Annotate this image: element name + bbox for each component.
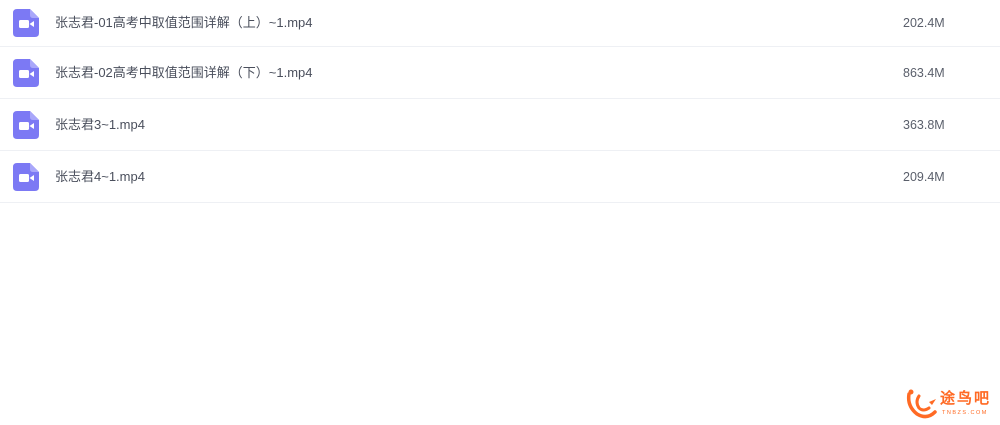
watermark: 途鸟吧 TNBZS.COM [905, 386, 995, 422]
file-row[interactable]: 张志君3~1.mp4 363.8M [0, 99, 1000, 151]
bird-logo-icon [905, 388, 939, 425]
file-row[interactable]: 张志君-02高考中取值范围详解（下）~1.mp4 863.4M [0, 47, 1000, 99]
file-name[interactable]: 张志君-01高考中取值范围详解（上）~1.mp4 [55, 15, 313, 31]
video-file-icon [13, 111, 39, 139]
watermark-subtext: TNBZS.COM [942, 410, 988, 416]
video-file-icon [13, 163, 39, 191]
file-name[interactable]: 张志君4~1.mp4 [55, 169, 145, 185]
file-list: 张志君-01高考中取值范围详解（上）~1.mp4 202.4M 张志君-02高考… [0, 0, 1000, 203]
file-row[interactable]: 张志君4~1.mp4 209.4M [0, 151, 1000, 203]
file-size: 863.4M [903, 66, 945, 80]
file-name[interactable]: 张志君-02高考中取值范围详解（下）~1.mp4 [55, 65, 313, 81]
watermark-text: 途鸟吧 [940, 390, 992, 407]
file-row[interactable]: 张志君-01高考中取值范围详解（上）~1.mp4 202.4M [0, 0, 1000, 47]
video-file-icon [13, 59, 39, 87]
file-name[interactable]: 张志君3~1.mp4 [55, 117, 145, 133]
file-size: 202.4M [903, 16, 945, 30]
file-size: 209.4M [903, 170, 945, 184]
video-file-icon [13, 9, 39, 37]
file-size: 363.8M [903, 118, 945, 132]
